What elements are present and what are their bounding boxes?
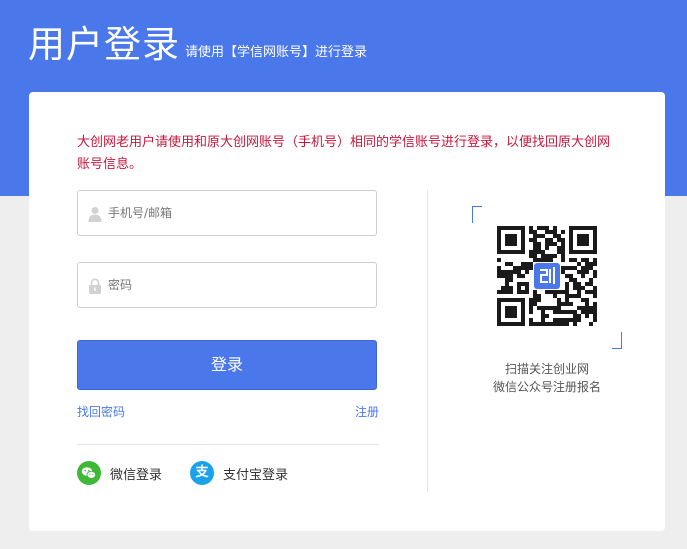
qr-corner-bottom-right — [612, 332, 622, 349]
login-button[interactable]: 登录 — [77, 340, 377, 390]
alipay-login-button[interactable]: 支 支付宝登录 — [190, 460, 288, 486]
qr-corner-top-left — [472, 206, 482, 223]
wechat-icon — [77, 461, 101, 485]
page-subtitle: 请使用【学信网账号】进行登录 — [185, 45, 368, 60]
register-link[interactable]: 注册 — [355, 404, 379, 420]
notice-text: 大创网老用户请使用和原大创网账号（手机号）相同的学信账号进行登录，以便找回原大创… — [77, 135, 611, 172]
alipay-glyph: 支 — [195, 465, 209, 480]
page-title: 用户登录 — [28, 23, 180, 66]
vertical-divider — [427, 190, 428, 492]
lock-icon — [89, 278, 101, 294]
qr-caption: 扫描关注创业网 微信公众号注册报名 — [477, 360, 617, 396]
user-icon — [88, 207, 102, 222]
password-field[interactable] — [77, 262, 377, 308]
divider — [77, 444, 379, 445]
alipay-login-label: 支付宝登录 — [223, 467, 289, 483]
wechat-login-button[interactable]: 微信登录 — [77, 460, 162, 486]
username-field[interactable] — [77, 190, 377, 236]
wechat-login-label: 微信登录 — [110, 467, 163, 483]
qr-code-image — [497, 226, 597, 326]
password-input[interactable] — [108, 263, 368, 307]
qr-caption-line2: 微信公众号注册报名 — [492, 380, 601, 394]
qr-caption-line1: 扫描关注创业网 — [504, 362, 589, 376]
username-input[interactable] — [108, 191, 368, 235]
forgot-password-link[interactable]: 找回密码 — [77, 404, 125, 420]
login-card: 大创网老用户请使用和原大创网账号（手机号）相同的学信账号进行登录，以便找回原大创… — [29, 92, 665, 531]
alipay-icon: 支 — [190, 461, 214, 485]
